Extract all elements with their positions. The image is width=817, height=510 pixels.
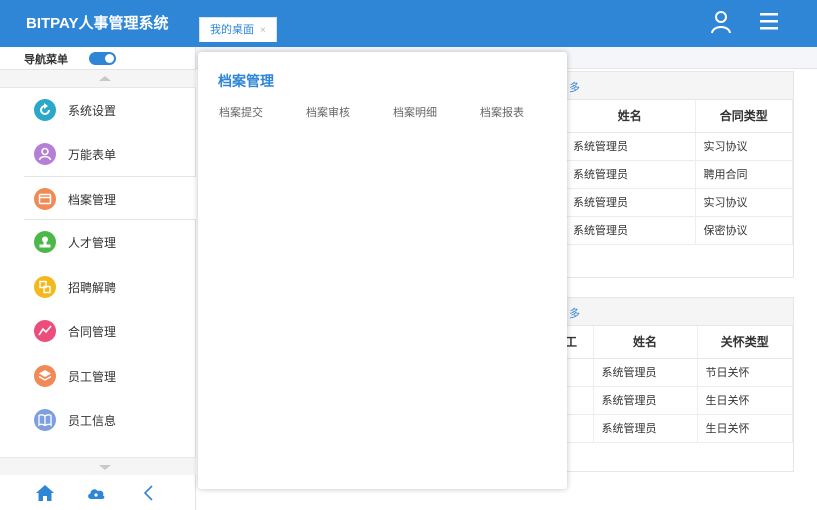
- table-header-row: 姓名 合同类型: [565, 100, 793, 133]
- table-cell: [565, 358, 594, 387]
- scroll-down-button[interactable]: [0, 457, 196, 475]
- hamburger-menu-icon[interactable]: [759, 11, 779, 31]
- sidebar-item-label: 员工管理: [68, 370, 117, 384]
- archive-review-link[interactable]: 档案审核: [306, 104, 350, 120]
- home-icon[interactable]: [35, 483, 55, 503]
- top-bar: BITPAY人事管理系统 我的桌面 ×: [0, 0, 817, 47]
- layers-icon: [34, 365, 56, 387]
- refresh-icon: [34, 99, 56, 121]
- table-row[interactable]: 系统管理员 生日关怀: [565, 386, 793, 415]
- table-cell: 聘用合同: [695, 160, 793, 189]
- sidebar-item-label: 档案管理: [68, 193, 117, 207]
- user-icon: [34, 143, 56, 165]
- sidebar-item-contract-management[interactable]: 合同管理: [24, 309, 196, 353]
- sidebar-item-universal-form[interactable]: 万能表单: [24, 132, 196, 176]
- archive-submit-link[interactable]: 档案提交: [219, 104, 263, 120]
- table-cell: 系统管理员: [593, 414, 698, 443]
- sidebar-item-employee-management[interactable]: 员工管理: [24, 354, 196, 398]
- sidebar: 导航菜单 系统设置 万能表单 档案管理 人才管理 招聘解聘 合同管理 员工管理 …: [0, 47, 200, 510]
- table-cell: 实习协议: [695, 188, 793, 217]
- table-cell: 实习协议: [695, 132, 793, 161]
- contract-table: 姓名 合同类型 系统管理员 实习协议 系统管理员 聘用合同 系统管理员 实习协议…: [565, 100, 793, 245]
- user-icon[interactable]: [710, 10, 732, 34]
- column-header: 姓名: [593, 326, 698, 359]
- sidebar-item-archive-management[interactable]: 档案管理: [24, 176, 200, 220]
- archive-detail-link[interactable]: 档案明细: [393, 104, 437, 120]
- table-row[interactable]: 系统管理员 聘用合同: [565, 160, 793, 189]
- sidebar-item-label: 员工信息: [68, 414, 117, 428]
- contract-panel: 多 姓名 合同类型 系统管理员 实习协议 系统管理员 聘用合同 系统管理员 实习…: [564, 71, 794, 278]
- close-icon[interactable]: ×: [260, 25, 266, 36]
- table-cell: 系统管理员: [565, 132, 696, 161]
- table-cell: 系统管理员: [565, 188, 696, 217]
- table-cell: 系统管理员: [593, 386, 698, 415]
- sidebar-item-system-settings[interactable]: 系统设置: [24, 88, 196, 132]
- table-cell: [565, 414, 594, 443]
- panel-header: 多: [565, 298, 793, 326]
- sidebar-item-label: 系统设置: [68, 104, 117, 118]
- table-cell: 生日关怀: [697, 386, 793, 415]
- tab-my-desktop[interactable]: 我的桌面 ×: [199, 17, 277, 42]
- table-row[interactable]: 系统管理员 保密协议: [565, 216, 793, 245]
- popup-title: 档案管理: [218, 73, 274, 89]
- more-link[interactable]: 多: [569, 305, 580, 321]
- sidebar-item-label: 万能表单: [68, 148, 117, 162]
- panel-header: 多: [565, 72, 793, 100]
- column-header: 合同类型: [695, 100, 793, 133]
- column-header: 工: [565, 326, 594, 359]
- archive-report-link[interactable]: 档案报表: [480, 104, 524, 120]
- nav-toggle-switch[interactable]: [89, 52, 116, 65]
- column-header: 关怀类型: [697, 326, 793, 359]
- sidebar-item-label: 合同管理: [68, 325, 117, 339]
- nav-toggle-row: 导航菜单: [0, 47, 196, 70]
- table-row[interactable]: 系统管理员 节日关怀: [565, 358, 793, 387]
- stamp-icon: [34, 231, 56, 253]
- folder-icon: [34, 188, 56, 210]
- table-row[interactable]: 系统管理员 实习协议: [565, 132, 793, 161]
- table-header-row: 工 姓名 关怀类型: [565, 326, 793, 359]
- scroll-up-button[interactable]: [0, 70, 196, 88]
- archive-submenu-popup: 档案管理 档案提交 档案审核 档案明细 档案报表: [198, 52, 567, 489]
- sidebar-item-employee-info[interactable]: 员工信息: [24, 398, 196, 442]
- nav-toggle-label: 导航菜单: [24, 54, 68, 66]
- table-row[interactable]: 系统管理员 生日关怀: [565, 414, 793, 443]
- table-cell: 节日关怀: [697, 358, 793, 387]
- care-table: 工 姓名 关怀类型 系统管理员 节日关怀 系统管理员 生日关怀 系统管理员 生日…: [565, 326, 793, 443]
- table-cell: 系统管理员: [565, 160, 696, 189]
- sidebar-item-label: 人才管理: [68, 236, 117, 250]
- table-cell: 保密协议: [695, 216, 793, 245]
- sidebar-item-talent-management[interactable]: 人才管理: [24, 220, 196, 264]
- sidebar-bottom-bar: [0, 475, 196, 510]
- table-row[interactable]: 系统管理员 实习协议: [565, 188, 793, 217]
- sidebar-item-recruit-dismiss[interactable]: 招聘解聘: [24, 265, 196, 309]
- table-cell: [565, 386, 594, 415]
- table-cell: 系统管理员: [593, 358, 698, 387]
- book-icon: [34, 409, 56, 431]
- cloud-icon[interactable]: [86, 483, 106, 503]
- table-cell: 系统管理员: [565, 216, 696, 245]
- care-panel: 多 工 姓名 关怀类型 系统管理员 节日关怀 系统管理员 生日关怀 系统管理员 …: [564, 297, 794, 472]
- doc-icon: [34, 276, 56, 298]
- column-header: 姓名: [565, 100, 696, 133]
- sidebar-item-label: 招聘解聘: [68, 281, 117, 295]
- app-title: BITPAY人事管理系统: [0, 0, 196, 47]
- trend-icon: [34, 320, 56, 342]
- collapse-left-icon[interactable]: [139, 483, 159, 503]
- table-cell: 生日关怀: [697, 414, 793, 443]
- more-link[interactable]: 多: [569, 79, 580, 95]
- tab-label: 我的桌面: [210, 24, 254, 36]
